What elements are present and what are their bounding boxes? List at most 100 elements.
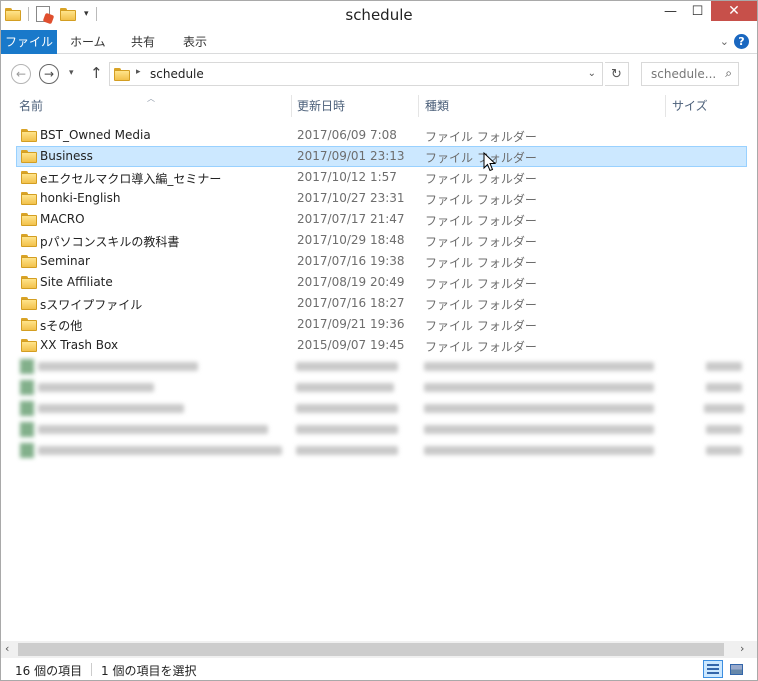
large-icons-view-button[interactable] bbox=[726, 660, 746, 678]
item-date: 2017/07/17 21:47 bbox=[297, 212, 405, 226]
list-item[interactable]: Site Affiliate 2017/08/19 20:49 ファイル フォル… bbox=[16, 272, 747, 293]
item-type: ファイル フォルダー bbox=[425, 298, 537, 312]
up-button[interactable]: ↑ bbox=[90, 64, 103, 82]
scrollbar-thumb[interactable] bbox=[18, 643, 724, 656]
folder-icon[interactable] bbox=[5, 7, 21, 21]
close-button[interactable]: ✕ bbox=[711, 1, 757, 21]
item-date: 2017/07/16 19:38 bbox=[297, 254, 405, 268]
folder-icon bbox=[21, 171, 37, 184]
new-folder-icon[interactable] bbox=[60, 7, 76, 21]
search-input[interactable]: schedule... bbox=[651, 67, 716, 81]
status-bar: 16 個の項目 1 個の項目を選択 bbox=[1, 658, 757, 680]
column-name[interactable]: 名前 bbox=[13, 93, 291, 119]
spreadsheet-file-icon bbox=[20, 359, 34, 374]
selected-count: 1 個の項目を選択 bbox=[101, 664, 197, 678]
properties-icon[interactable] bbox=[36, 6, 50, 22]
folder-icon bbox=[21, 150, 37, 163]
column-size[interactable]: サイズ bbox=[666, 93, 749, 119]
details-view-button[interactable] bbox=[703, 660, 723, 678]
search-icon[interactable]: ⌕ bbox=[725, 66, 732, 81]
list-item[interactable]: MACRO 2017/07/17 21:47 ファイル フォルダー bbox=[16, 209, 747, 230]
tab-view[interactable]: 表示 bbox=[173, 30, 217, 54]
column-date-modified[interactable]: 更新日時 bbox=[291, 93, 418, 119]
item-name: sその他 bbox=[40, 319, 83, 333]
item-type: ファイル フォルダー bbox=[425, 235, 537, 249]
item-type: ファイル フォルダー bbox=[425, 193, 537, 207]
spreadsheet-file-icon bbox=[20, 443, 34, 458]
folder-icon bbox=[21, 129, 37, 142]
folder-icon bbox=[21, 318, 37, 331]
tab-home[interactable]: ホーム bbox=[60, 30, 116, 54]
navigation-bar: ← → ▾ ↑ ▸ schedule ⌄ ↻ schedule... ⌕ bbox=[1, 55, 757, 93]
item-name: pパソコンスキルの教科書 bbox=[40, 235, 180, 249]
maximize-button[interactable]: ☐ bbox=[684, 1, 711, 21]
redacted-list-item[interactable] bbox=[16, 377, 747, 398]
folder-icon bbox=[21, 339, 37, 352]
item-type: ファイル フォルダー bbox=[425, 256, 537, 270]
toolbar-divider bbox=[95, 7, 97, 21]
item-type: ファイル フォルダー bbox=[425, 277, 537, 291]
list-item[interactable]: eエクセルマクロ導入編_セミナー 2017/10/12 1:57 ファイル フォ… bbox=[16, 167, 747, 188]
list-item[interactable]: honki-English 2017/10/27 23:31 ファイル フォルダ… bbox=[16, 188, 747, 209]
item-date: 2017/10/29 18:48 bbox=[297, 233, 405, 247]
spreadsheet-file-icon bbox=[20, 422, 34, 437]
list-item[interactable]: pパソコンスキルの教科書 2017/10/29 18:48 ファイル フォルダー bbox=[16, 230, 747, 251]
redacted-list-item[interactable] bbox=[16, 356, 747, 377]
item-date: 2017/09/01 23:13 bbox=[297, 149, 405, 163]
column-type[interactable]: 種類 bbox=[419, 93, 665, 119]
item-name: Site Affiliate bbox=[40, 275, 113, 289]
ribbon-expand-icon[interactable]: ⌄ bbox=[720, 35, 729, 48]
item-name: MACRO bbox=[40, 212, 85, 226]
qat-dropdown-icon[interactable]: ▾ bbox=[84, 9, 89, 19]
search-box[interactable]: schedule... ⌕ bbox=[641, 62, 739, 86]
list-item-selected[interactable]: Business 2017/09/01 23:13 ファイル フォルダー bbox=[16, 146, 747, 167]
item-type: ファイル フォルダー bbox=[425, 319, 537, 333]
scroll-left-icon[interactable]: ‹ bbox=[5, 642, 9, 655]
forward-button[interactable]: → bbox=[39, 64, 59, 84]
item-date: 2017/06/09 7:08 bbox=[297, 128, 397, 142]
address-bar[interactable]: ▸ schedule ⌄ bbox=[109, 62, 603, 86]
horizontal-scrollbar[interactable]: ‹ › bbox=[1, 641, 757, 658]
spreadsheet-file-icon bbox=[20, 401, 34, 416]
ribbon-tabs: ファイル ホーム 共有 表示 ⌄ ? bbox=[1, 30, 757, 54]
redacted-list-item[interactable] bbox=[16, 398, 747, 419]
breadcrumb-chevron-icon[interactable]: ▸ bbox=[136, 67, 141, 77]
item-type: ファイル フォルダー bbox=[425, 340, 537, 354]
spreadsheet-file-icon bbox=[20, 380, 34, 395]
column-headers: ︿ 名前 更新日時 種類 サイズ bbox=[1, 93, 749, 119]
item-date: 2017/10/12 1:57 bbox=[297, 170, 397, 184]
folder-icon bbox=[114, 68, 130, 81]
tab-file[interactable]: ファイル bbox=[1, 30, 57, 54]
large-icons-view-icon bbox=[729, 663, 743, 675]
quick-access-toolbar: ▾ bbox=[5, 6, 100, 22]
mouse-cursor-icon bbox=[483, 152, 497, 172]
list-item[interactable]: sスワイプファイル 2017/07/16 18:27 ファイル フォルダー bbox=[16, 293, 747, 314]
toolbar-divider bbox=[28, 7, 29, 21]
redacted-list-item[interactable] bbox=[16, 440, 747, 461]
redacted-list-item[interactable] bbox=[16, 419, 747, 440]
item-date: 2017/10/27 23:31 bbox=[297, 191, 405, 205]
list-item[interactable]: XX Trash Box 2015/09/07 19:45 ファイル フォルダー bbox=[16, 335, 747, 356]
item-name: XX Trash Box bbox=[40, 338, 119, 352]
window-title: schedule bbox=[345, 6, 413, 24]
folder-icon bbox=[21, 297, 37, 310]
help-icon[interactable]: ? bbox=[734, 34, 749, 49]
item-type: ファイル フォルダー bbox=[425, 130, 537, 144]
list-item[interactable]: sその他 2017/09/21 19:36 ファイル フォルダー bbox=[16, 314, 747, 335]
list-item[interactable]: BST_Owned Media 2017/06/09 7:08 ファイル フォル… bbox=[16, 125, 747, 146]
address-dropdown-icon[interactable]: ⌄ bbox=[588, 68, 596, 79]
window-controls: — ☐ ✕ bbox=[657, 1, 757, 21]
item-name: BST_Owned Media bbox=[40, 128, 151, 142]
item-type: ファイル フォルダー bbox=[425, 172, 537, 186]
back-button[interactable]: ← bbox=[11, 64, 31, 84]
item-name: sスワイプファイル bbox=[40, 298, 143, 312]
item-name: Business bbox=[40, 149, 93, 163]
list-item[interactable]: Seminar 2017/07/16 19:38 ファイル フォルダー bbox=[16, 251, 747, 272]
minimize-button[interactable]: — bbox=[657, 1, 684, 21]
scroll-right-icon[interactable]: › bbox=[740, 642, 744, 655]
recent-locations-icon[interactable]: ▾ bbox=[69, 68, 74, 78]
folder-icon bbox=[21, 192, 37, 205]
tab-share[interactable]: 共有 bbox=[121, 30, 165, 54]
refresh-button[interactable]: ↻ bbox=[605, 62, 629, 86]
breadcrumb-schedule[interactable]: schedule bbox=[150, 67, 204, 81]
